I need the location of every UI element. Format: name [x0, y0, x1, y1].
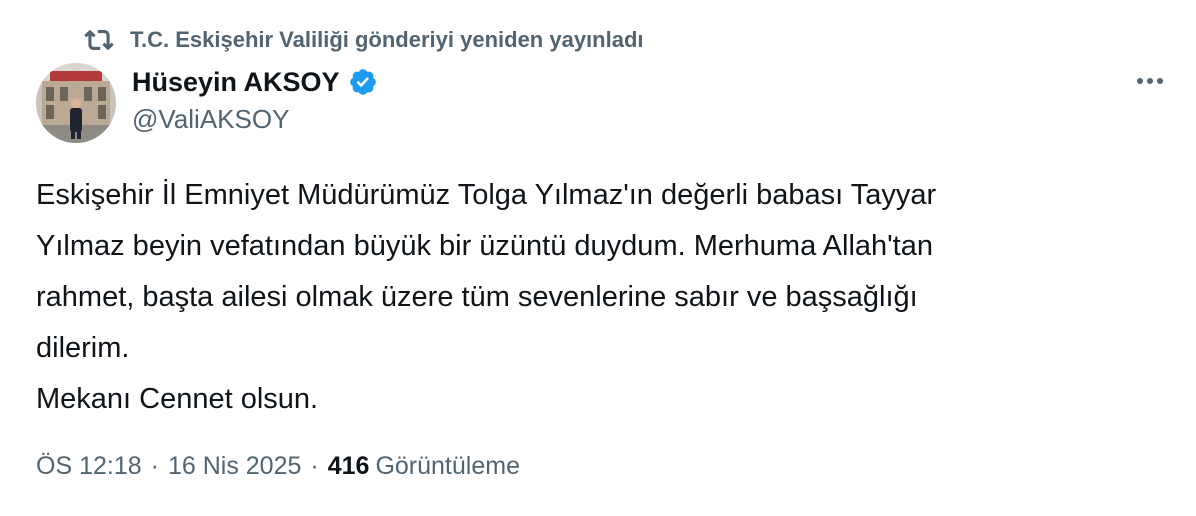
- author-handle[interactable]: @ValiAKSOY: [132, 104, 289, 135]
- repost-header[interactable]: T.C. Eskişehir Valiliği gönderiyi yenide…: [84, 24, 644, 56]
- avatar[interactable]: [36, 63, 116, 143]
- verified-badge-icon[interactable]: [348, 67, 378, 97]
- more-options-button[interactable]: [1130, 64, 1170, 100]
- tweet-text-line: dilerim.: [36, 332, 130, 364]
- views-label[interactable]: Görüntüleme: [375, 452, 520, 481]
- repost-icon: [84, 25, 114, 55]
- tweet-text-line: Eskişehir İl Emniyet Müdürümüz Tolga Yıl…: [36, 179, 937, 211]
- tweet-text: Eskişehir İl Emniyet Müdürümüz Tolga Yıl…: [36, 170, 1156, 425]
- author-display-name[interactable]: Hüseyin AKSOY: [132, 67, 340, 98]
- meta-separator: ·: [310, 451, 319, 480]
- meta-separator: ·: [150, 451, 159, 480]
- tweet-text-line: Mekanı Cennet olsun.: [36, 383, 319, 415]
- tweet-text-line: rahmet, başta ailesi olmak üzere tüm sev…: [36, 281, 918, 313]
- views-count[interactable]: 416: [328, 452, 370, 481]
- tweet-time[interactable]: ÖS 12:18: [36, 452, 142, 481]
- author-name-row[interactable]: Hüseyin AKSOY: [132, 64, 378, 100]
- tweet-meta: ÖS 12:18 · 16 Nis 2025 · 416 Görüntüleme: [36, 446, 520, 486]
- more-options-icon: [1135, 73, 1165, 91]
- tweet-date[interactable]: 16 Nis 2025: [168, 452, 301, 481]
- tweet-card[interactable]: T.C. Eskişehir Valiliği gönderiyi yenide…: [0, 0, 1196, 516]
- repost-text: T.C. Eskişehir Valiliği gönderiyi yenide…: [130, 27, 644, 52]
- tweet-text-line: Yılmaz beyin vefatından büyük bir üzüntü…: [36, 230, 933, 262]
